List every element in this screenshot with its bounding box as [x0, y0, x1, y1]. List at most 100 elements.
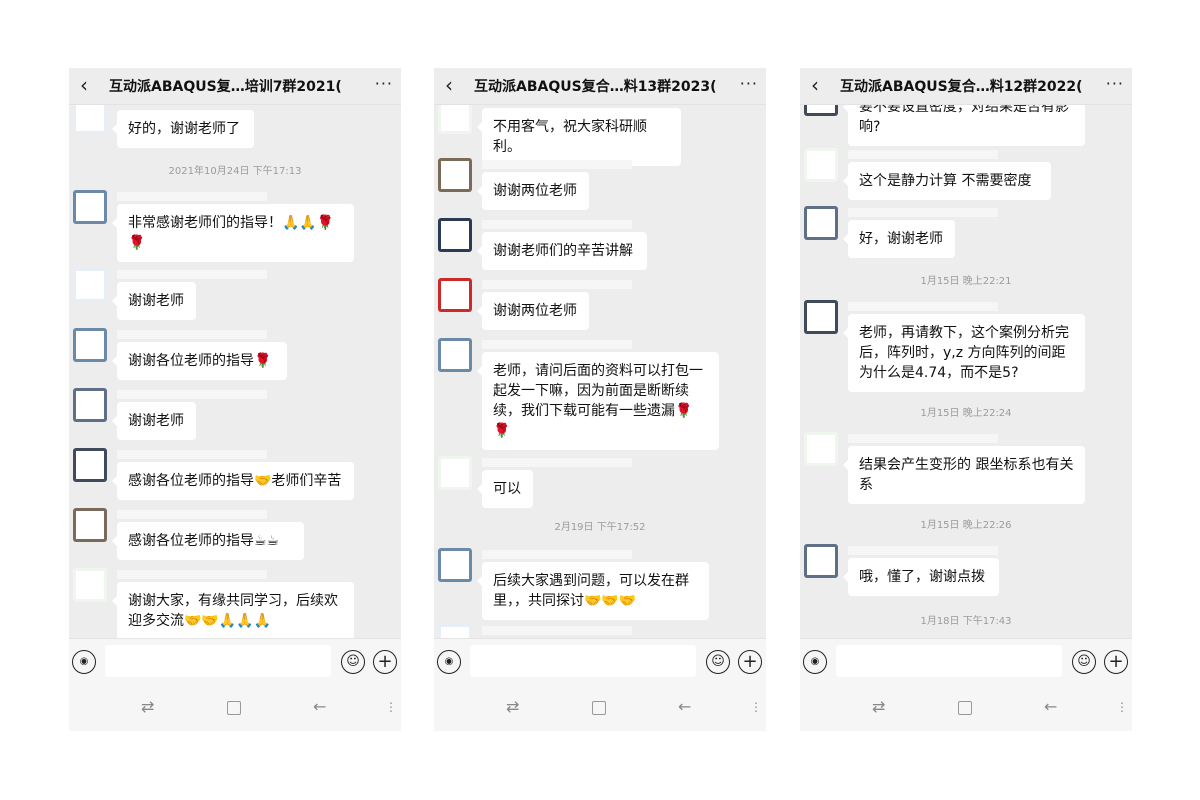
nav-back-icon[interactable]: ←	[1044, 697, 1057, 716]
emoji-icon[interactable]: ☺	[706, 650, 730, 674]
sender-name	[482, 550, 632, 559]
message-bubble[interactable]: 不用客气，祝大家科研顺利。	[477, 108, 681, 166]
message-bubble[interactable]: 非常感谢老师们的指导！🙏🙏🌹🌹	[112, 204, 354, 262]
input-bar: ◉ ☺ +	[800, 638, 1132, 685]
voice-input-icon[interactable]: ◉	[72, 650, 96, 674]
nav-menu-icon[interactable]: ⋮	[1116, 700, 1128, 714]
avatar[interactable]	[73, 508, 107, 542]
avatar[interactable]	[73, 448, 107, 482]
add-icon[interactable]: +	[738, 650, 762, 674]
emoji-icon[interactable]: ☺	[1072, 650, 1096, 674]
sender-name	[117, 330, 267, 339]
avatar[interactable]	[804, 300, 838, 334]
message-input[interactable]	[836, 645, 1062, 677]
voice-input-icon[interactable]: ◉	[437, 650, 461, 674]
avatar[interactable]	[73, 104, 107, 134]
chat-header: ‹ 互动派ABAQUS复合…料13群2023( ) ···	[434, 68, 766, 105]
home-square-icon[interactable]	[227, 701, 241, 715]
avatar[interactable]	[438, 548, 472, 582]
message-list[interactable]: 不用客气，祝大家科研顺利。 谢谢两位老师 谢谢老师们的辛苦讲解 谢谢两位老师 老…	[434, 104, 766, 638]
home-square-icon[interactable]	[958, 701, 972, 715]
sender-name	[117, 390, 267, 399]
switch-apps-icon[interactable]: ⇄	[506, 697, 519, 716]
chat-header: ‹ 互动派ABAQUS复合…料12群2022( ) ···	[800, 68, 1132, 105]
sender-name	[117, 450, 267, 459]
message-input[interactable]	[470, 645, 696, 677]
message-input[interactable]	[105, 645, 331, 677]
message-bubble[interactable]: 结果会产生变形的 跟坐标系也有关系	[843, 446, 1085, 504]
home-square-icon[interactable]	[592, 701, 606, 715]
message-bubble[interactable]: 谢谢老师	[112, 402, 196, 440]
message-bubble[interactable]: 谢谢老师们的辛苦讲解	[477, 232, 647, 270]
message-bubble[interactable]: 谢谢两位老师	[477, 292, 589, 330]
chat-panel-2: ‹ 互动派ABAQUS复合…料13群2023( ) ··· 不用客气，祝大家科研…	[434, 68, 766, 731]
message-bubble[interactable]: 哦，懂了，谢谢点拨	[843, 558, 999, 596]
message-bubble[interactable]: 好，谢谢老师	[843, 220, 955, 258]
message-bubble[interactable]: 好的，谢谢老师了	[112, 110, 254, 148]
chat-title: 互动派ABAQUS复…培训7群2021( )	[109, 79, 357, 95]
message-bubble[interactable]: 谢谢老师	[112, 282, 196, 320]
avatar[interactable]	[438, 624, 472, 638]
timestamp: 2021年10月24日 下午17:13	[168, 166, 302, 177]
sender-name	[482, 458, 632, 467]
avatar[interactable]	[438, 158, 472, 192]
message-bubble[interactable]: 老师，请问后面的资料可以打包一起发一下嘛，因为前面是断断续续，我们下载可能有一些…	[477, 352, 719, 450]
timestamp: 1月15日 晚上22:26	[920, 520, 1012, 531]
avatar[interactable]	[804, 104, 838, 116]
sender-name	[848, 302, 998, 311]
back-arrow-icon[interactable]: ‹	[440, 72, 458, 98]
message-bubble[interactable]: 可以	[477, 470, 533, 508]
more-options-icon[interactable]: ···	[1106, 74, 1124, 93]
switch-apps-icon[interactable]: ⇄	[141, 697, 154, 716]
nav-menu-icon[interactable]: ⋮	[385, 700, 397, 714]
avatar[interactable]	[438, 278, 472, 312]
message-bubble[interactable]: 谢谢各位老师的指导🌹	[112, 342, 287, 380]
nav-back-icon[interactable]: ←	[678, 697, 691, 716]
message-list[interactable]: 要不要设置密度，对结果是否有影响? 这个是静力计算 不需要密度 好，谢谢老师 1…	[800, 104, 1132, 638]
emoji-icon[interactable]: ☺	[341, 650, 365, 674]
chat-header: ‹ 互动派ABAQUS复…培训7群2021( ) ···	[69, 68, 401, 105]
sender-name	[482, 220, 632, 229]
voice-input-icon[interactable]: ◉	[803, 650, 827, 674]
avatar[interactable]	[804, 544, 838, 578]
message-list[interactable]: 好的，谢谢老师了 2021年10月24日 下午17:13 非常感谢老师们的指导！…	[69, 104, 401, 638]
add-icon[interactable]: +	[373, 650, 397, 674]
avatar[interactable]	[73, 190, 107, 224]
nav-menu-icon[interactable]: ⋮	[750, 700, 762, 714]
avatar[interactable]	[804, 432, 838, 466]
add-icon[interactable]: +	[1104, 650, 1128, 674]
avatar[interactable]	[438, 338, 472, 372]
timestamp: 2月19日 下午17:52	[554, 522, 646, 533]
more-options-icon[interactable]: ···	[740, 74, 758, 93]
sender-name	[848, 434, 998, 443]
avatar[interactable]	[804, 148, 838, 182]
back-arrow-icon[interactable]: ‹	[806, 72, 824, 98]
input-bar: ◉ ☺ +	[434, 638, 766, 685]
back-arrow-icon[interactable]: ‹	[75, 72, 93, 98]
timestamp: 1月15日 晚上22:21	[920, 276, 1012, 287]
avatar[interactable]	[73, 268, 107, 302]
switch-apps-icon[interactable]: ⇄	[872, 697, 885, 716]
sender-name	[117, 192, 267, 201]
message-bubble[interactable]: 这个是静力计算 不需要密度	[843, 162, 1051, 200]
message-bubble[interactable]: 谢谢两位老师	[477, 172, 589, 210]
sender-name	[117, 510, 267, 519]
avatar[interactable]	[804, 206, 838, 240]
message-bubble[interactable]: 感谢各位老师的指导🤝老师们辛苦	[112, 462, 354, 500]
sender-name	[482, 626, 632, 635]
message-bubble[interactable]: 老师，再请教下，这个案例分析完后，阵列时，y,z 方向阵列的间距为什么是4.74…	[843, 314, 1085, 392]
sender-name	[848, 546, 998, 555]
message-bubble[interactable]: 谢谢大家，有缘共同学习，后续欢迎多交流🤝🤝🙏🙏🙏	[112, 582, 354, 638]
message-bubble[interactable]: 感谢各位老师的指导☕☕	[112, 522, 304, 560]
more-options-icon[interactable]: ···	[375, 74, 393, 93]
message-bubble[interactable]: 要不要设置密度，对结果是否有影响?	[843, 104, 1085, 146]
message-bubble[interactable]: 后续大家遇到问题，可以发在群里，，共同探讨🤝🤝🤝	[477, 562, 709, 620]
avatar[interactable]	[73, 388, 107, 422]
avatar[interactable]	[73, 568, 107, 602]
avatar[interactable]	[438, 456, 472, 490]
avatar[interactable]	[438, 218, 472, 252]
avatar[interactable]	[438, 104, 472, 134]
timestamp: 1月18日 下午17:43	[920, 616, 1012, 627]
nav-back-icon[interactable]: ←	[313, 697, 326, 716]
avatar[interactable]	[73, 328, 107, 362]
